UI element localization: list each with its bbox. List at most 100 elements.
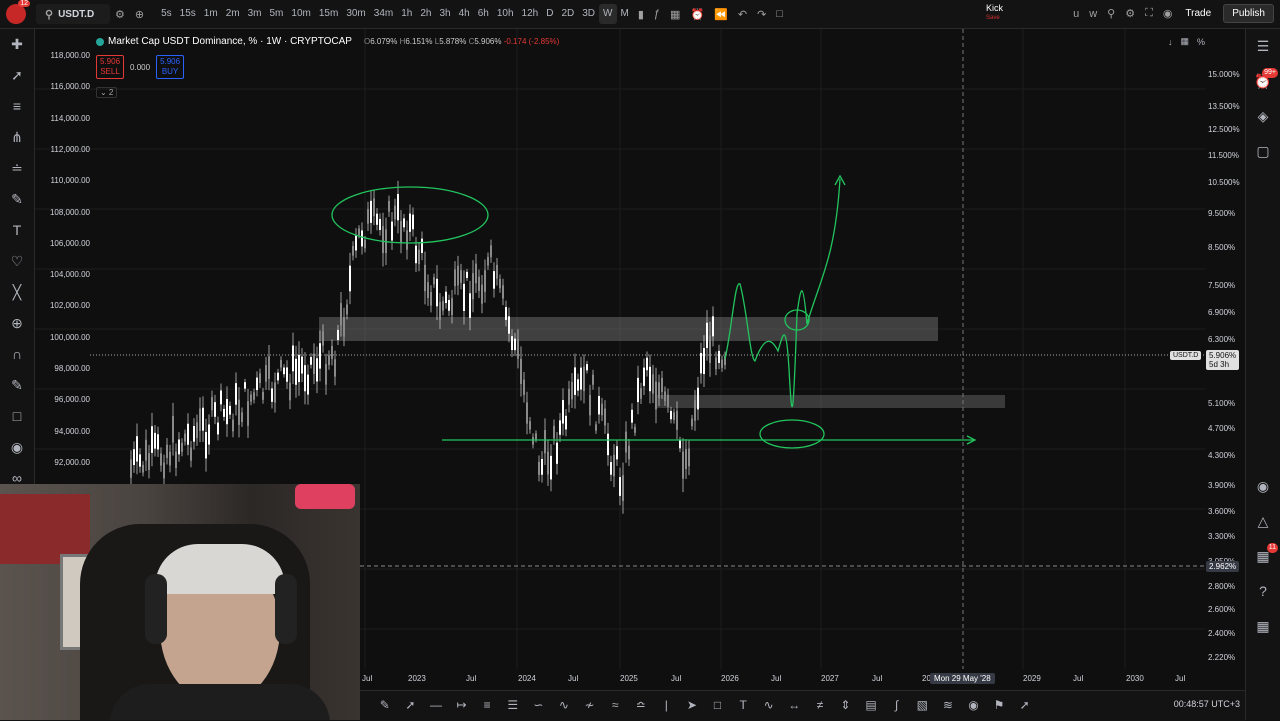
interval-2m[interactable]: 2m: [222, 4, 244, 24]
indicator-collapse-button[interactable]: ⌄ 2: [96, 87, 118, 98]
compare-icon[interactable]: ⚙: [115, 8, 125, 21]
user-avatar-u[interactable]: u: [1073, 8, 1079, 20]
snapshot-icon[interactable]: ◉: [1163, 7, 1173, 20]
path-icon[interactable]: ∽: [526, 698, 552, 712]
date-range-icon[interactable]: ≠: [807, 698, 833, 712]
interval-10h[interactable]: 10h: [493, 4, 518, 24]
interval-3d[interactable]: 3D: [578, 4, 599, 24]
chart-title[interactable]: Market Cap USDT Dominance, % · 1W · CRYP…: [108, 36, 352, 47]
ray-icon[interactable]: ➚: [398, 698, 424, 712]
interval-w[interactable]: W: [599, 4, 617, 24]
user-avatar-w[interactable]: w: [1089, 8, 1097, 20]
horizontal-lines-icon[interactable]: ≡: [0, 91, 34, 122]
profile-logo[interactable]: 12: [6, 0, 30, 24]
chat-icon[interactable]: ▢: [1246, 134, 1280, 169]
interval-m[interactable]: M: [617, 4, 633, 24]
interval-1m[interactable]: 1m: [200, 4, 222, 24]
interval-1h[interactable]: 1h: [397, 4, 416, 24]
alert-icon[interactable]: ⏰: [690, 8, 704, 21]
templates-icon[interactable]: ▦: [670, 8, 680, 21]
projection-icon[interactable]: ∫: [884, 698, 910, 712]
trendline-icon[interactable]: ➚: [0, 60, 34, 91]
target-icon[interactable]: ◉: [961, 698, 987, 712]
arrow-marker-icon[interactable]: ➤: [679, 698, 705, 712]
apps-icon[interactable]: ▦: [1246, 609, 1280, 644]
sell-button[interactable]: 5.906 SELL: [96, 55, 125, 79]
text-icon[interactable]: T: [0, 215, 34, 246]
undo-icon[interactable]: ↶: [738, 8, 747, 21]
text-tool-icon[interactable]: T: [730, 698, 756, 712]
interval-4h[interactable]: 4h: [455, 4, 474, 24]
watchlist-icon[interactable]: ☰: [1246, 29, 1280, 64]
pitchfork-icon[interactable]: ⋔: [0, 122, 34, 153]
hray-icon[interactable]: ↦: [449, 698, 475, 712]
parallel-channel-icon[interactable]: ≡: [474, 698, 500, 712]
fullscreen-icon[interactable]: ⛶: [1145, 7, 1153, 20]
trade-button[interactable]: Trade: [1177, 5, 1219, 22]
interval-10m[interactable]: 10m: [287, 4, 314, 24]
account-menu[interactable]: Kick Save: [986, 3, 1003, 23]
pencil-icon[interactable]: ✎: [372, 698, 398, 712]
calendar-icon[interactable]: ▦ 11: [1246, 539, 1280, 574]
price-range-icon[interactable]: ⇕: [833, 698, 859, 712]
interval-3h[interactable]: 3h: [435, 4, 454, 24]
brush-tool-icon[interactable]: ≋: [935, 698, 961, 712]
publish-button[interactable]: Publish: [1223, 4, 1274, 23]
crosshair-icon[interactable]: ✚: [0, 29, 34, 60]
line-tool-icon[interactable]: ➚: [1012, 698, 1038, 712]
ideas-icon[interactable]: △: [1246, 504, 1280, 539]
lock-icon[interactable]: □: [0, 401, 34, 432]
zigzag-icon[interactable]: ∿: [756, 698, 782, 712]
interval-15m[interactable]: 15m: [315, 4, 342, 24]
curve-icon[interactable]: ≁: [577, 698, 603, 712]
replay-icon[interactable]: ⏪: [714, 8, 728, 21]
rectangle-icon[interactable]: □: [705, 698, 731, 712]
interval-d[interactable]: D: [542, 4, 557, 24]
symbol-search[interactable]: ⚲ USDT.D: [36, 4, 110, 24]
long-position-icon[interactable]: ▧: [909, 698, 935, 712]
stay-drawing-icon[interactable]: ✎: [0, 370, 34, 401]
interval-15s[interactable]: 15s: [176, 4, 200, 24]
xabcd-icon[interactable]: ≏: [628, 698, 654, 712]
buy-button[interactable]: 5.906 BUY: [156, 55, 185, 79]
zoom-icon[interactable]: ⊕: [0, 308, 34, 339]
redo-icon[interactable]: ↷: [757, 8, 766, 21]
flag-icon[interactable]: ⚑: [986, 698, 1012, 712]
measure-icon[interactable]: ↔: [782, 698, 808, 712]
auto-scale-icon[interactable]: ▦: [1181, 36, 1190, 47]
add-symbol-icon[interactable]: ⊕: [135, 8, 144, 21]
target-side-icon[interactable]: ◉: [1246, 469, 1280, 504]
search-chart-icon[interactable]: ⚲: [1107, 7, 1115, 20]
interval-5s[interactable]: 5s: [157, 4, 176, 24]
scroll-down-icon[interactable]: ↓: [1168, 37, 1173, 47]
brush-icon[interactable]: ✎: [0, 184, 34, 215]
help-icon[interactable]: ?: [1246, 574, 1280, 609]
bars-pattern-icon[interactable]: ▤: [858, 698, 884, 712]
interval-3m[interactable]: 3m: [244, 4, 266, 24]
interval-30m[interactable]: 30m: [342, 4, 369, 24]
interval-2d[interactable]: 2D: [557, 4, 578, 24]
right-price-scale[interactable]: 15.000% 13.500% 12.500% 11.500% 10.500% 9.500…: [1204, 29, 1244, 669]
ruler-icon[interactable]: ╳: [0, 277, 34, 308]
visibility-icon[interactable]: ◉: [0, 432, 34, 463]
indicators-icon[interactable]: ƒ: [654, 8, 660, 20]
settings-icon[interactable]: ⚙: [1125, 7, 1135, 20]
patterns-icon[interactable]: ≐: [0, 153, 34, 184]
layers-icon[interactable]: ◈: [1246, 99, 1280, 134]
vline-icon[interactable]: |: [654, 698, 680, 712]
hline-icon[interactable]: —: [423, 698, 449, 712]
elliott-icon[interactable]: ∿: [551, 698, 577, 712]
utc-clock[interactable]: 00:48:57 UTC+3: [1174, 699, 1240, 709]
time-axis[interactable]: Jul 2023 Jul 2024 Jul 2025 Jul 2026 Jul 2027 Jul 20…: [360, 670, 1205, 686]
pattern-icon[interactable]: ≈: [602, 698, 628, 712]
heart-icon[interactable]: ♡: [0, 246, 34, 277]
interval-34m[interactable]: 34m: [370, 4, 397, 24]
layout-icon[interactable]: □: [776, 8, 783, 20]
interval-2h[interactable]: 2h: [416, 4, 435, 24]
fib-icon[interactable]: ☰: [500, 698, 526, 712]
interval-5m[interactable]: 5m: [266, 4, 288, 24]
candle-type-icon[interactable]: ▮: [638, 8, 644, 21]
interval-12h[interactable]: 12h: [518, 4, 543, 24]
magnet-icon[interactable]: ∩: [0, 339, 34, 370]
alerts-icon[interactable]: ⏰ 99+: [1246, 64, 1280, 99]
